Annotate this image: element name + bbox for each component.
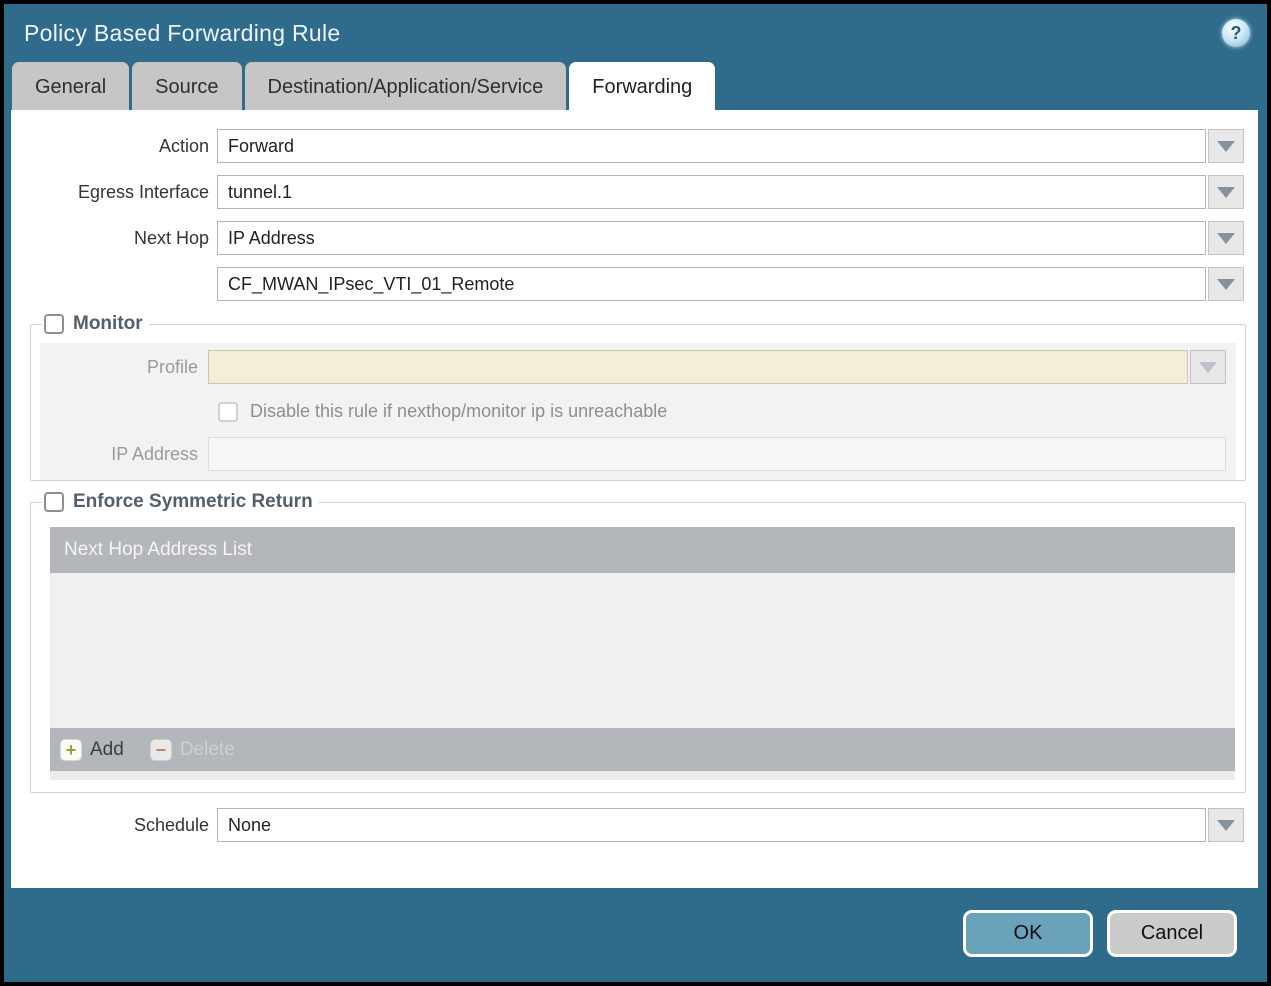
schedule-dropdown-button[interactable] [1208, 808, 1244, 842]
plus-icon: + [60, 738, 82, 761]
next-hop-label: Next Hop [133, 227, 209, 248]
enforce-symmetric-return-legend-label: Enforce Symmetric Return [73, 491, 313, 512]
dialog-title: Policy Based Forwarding Rule [24, 19, 341, 46]
tab-forwarding[interactable]: Forwarding [569, 62, 716, 110]
delete-button-label: Delete [179, 738, 235, 760]
chevron-down-icon [1217, 140, 1235, 152]
chevron-down-icon [1217, 278, 1235, 290]
forwarding-tab-panel: Action Egress Interface Next Hop [11, 110, 1258, 888]
table-body-empty [50, 573, 1235, 728]
chevron-down-icon [1217, 819, 1235, 831]
schedule-input[interactable] [217, 808, 1206, 842]
next-hop-type-dropdown-button[interactable] [1208, 221, 1244, 255]
next-hop-address-row [11, 267, 1258, 301]
ok-button[interactable]: OK [963, 909, 1093, 957]
disable-rule-label: Disable this rule if nexthop/monitor ip … [250, 401, 668, 421]
tab-bar: General Source Destination/Application/S… [4, 62, 1267, 110]
next-hop-address-list-column-header: Next Hop Address List [64, 539, 252, 560]
action-input[interactable] [217, 129, 1206, 163]
table-footer-toolbar: + Add − Delete [50, 728, 1235, 771]
monitor-ip-address-row: IP Address [40, 437, 1236, 471]
action-label: Action [158, 135, 209, 156]
next-hop-type-input[interactable] [217, 221, 1206, 255]
chevron-down-icon [1217, 232, 1235, 244]
disable-rule-row: Disable this rule if nexthop/monitor ip … [218, 398, 1236, 425]
disable-rule-checkbox[interactable] [218, 401, 238, 422]
egress-interface-label: Egress Interface [77, 181, 209, 202]
action-row: Action [11, 129, 1258, 163]
monitor-panel: Profile Disable this rule if nexthop/mon… [40, 343, 1236, 480]
dialog-titlebar: Policy Based Forwarding Rule ? [4, 4, 1267, 62]
profile-dropdown-button[interactable] [1190, 350, 1226, 384]
enforce-symmetric-return-fieldset: Enforce Symmetric Return Next Hop Addres… [30, 491, 1246, 793]
chevron-down-icon [1199, 361, 1217, 373]
table-header: Next Hop Address List [50, 527, 1235, 573]
next-hop-address-list-table: Next Hop Address List + Add − Delete [50, 527, 1235, 780]
next-hop-address-dropdown-button[interactable] [1208, 267, 1244, 301]
add-button[interactable]: + Add [60, 738, 124, 761]
minus-icon: − [149, 738, 172, 761]
next-hop-address-input[interactable] [217, 267, 1206, 301]
egress-interface-dropdown-button[interactable] [1208, 175, 1244, 209]
monitor-checkbox[interactable] [44, 314, 64, 334]
egress-interface-input[interactable] [217, 175, 1206, 209]
tab-source[interactable]: Source [132, 62, 242, 110]
monitor-fieldset: Monitor Profile Disable this rule if nex… [30, 313, 1246, 481]
profile-label: Profile [146, 356, 198, 377]
add-button-label: Add [90, 738, 124, 760]
monitor-ip-address-label: IP Address [111, 443, 198, 464]
profile-row: Profile [40, 350, 1236, 384]
dialog-footer: OK Cancel [4, 884, 1267, 982]
monitor-legend-label: Monitor [73, 313, 143, 334]
table-bottom-strip [50, 771, 1235, 780]
help-icon[interactable]: ? [1222, 19, 1250, 47]
schedule-label: Schedule [133, 814, 209, 835]
enforce-symmetric-return-checkbox[interactable] [44, 492, 64, 512]
delete-button[interactable]: − Delete [149, 738, 235, 761]
action-dropdown-button[interactable] [1208, 129, 1244, 163]
monitor-ip-address-input[interactable] [208, 437, 1226, 471]
monitor-legend: Monitor [42, 313, 149, 335]
next-hop-row: Next Hop [11, 221, 1258, 255]
egress-interface-row: Egress Interface [11, 175, 1258, 209]
profile-input[interactable] [208, 350, 1188, 384]
policy-based-forwarding-dialog: Policy Based Forwarding Rule ? General S… [4, 4, 1267, 982]
enforce-symmetric-return-legend: Enforce Symmetric Return [42, 491, 319, 513]
chevron-down-icon [1217, 186, 1235, 198]
cancel-button[interactable]: Cancel [1107, 909, 1237, 957]
tab-destination-application-service[interactable]: Destination/Application/Service [244, 62, 567, 110]
tab-general[interactable]: General [12, 62, 130, 110]
schedule-row: Schedule [11, 808, 1258, 842]
